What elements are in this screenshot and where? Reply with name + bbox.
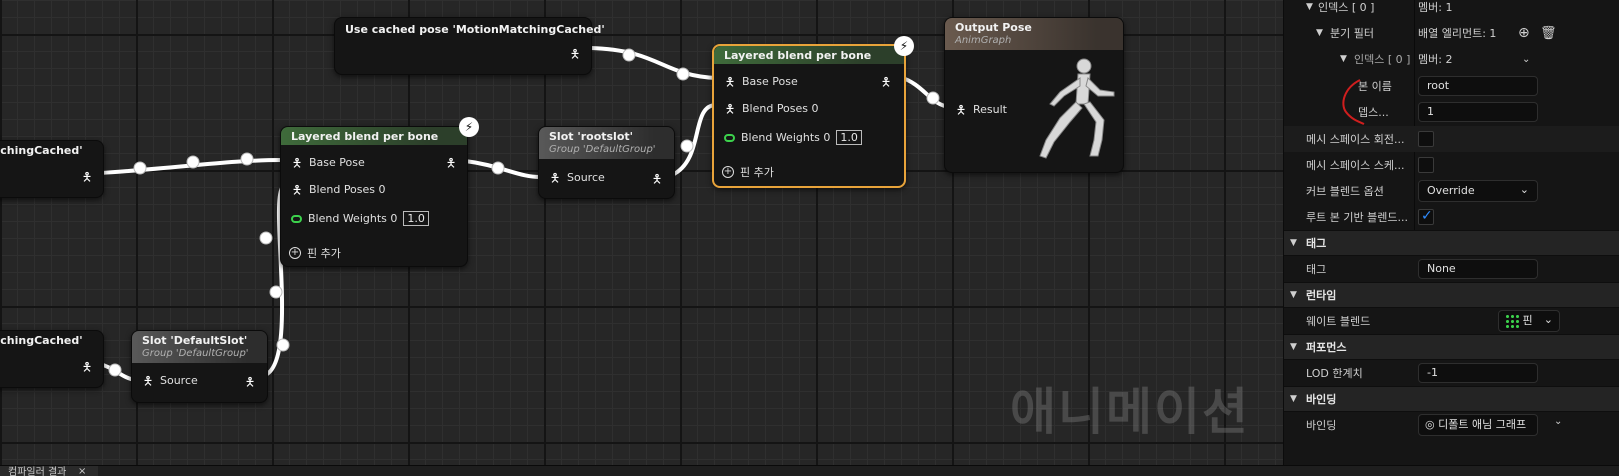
row-label: 메시 스페이스 회전... [1306,133,1405,146]
section-performance[interactable]: ▼ 퍼포먼스 [1284,334,1619,360]
row-label: LOD 한계치 [1306,367,1363,380]
tab-label: 컴파일러 결과 [8,467,67,476]
animgraph-editor: 애니메이션 tchingCached' 🯅 tchingCached' 🯅 Us… [0,0,1619,476]
row-index-top[interactable]: ▼ 인덱스 [ 0 ] 멤버: 1 [1284,0,1619,18]
collapse-arrow-icon[interactable]: ▼ [1340,54,1347,64]
row-label: 메시 스페이스 스케... [1306,159,1405,172]
details-panel: ▼ 인덱스 [ 0 ] 멤버: 1 ▼ 분기 필터 배열 엘리먼트: 1 ⊕ 🗑… [1283,0,1619,476]
add-element-icon[interactable]: ⊕ [1518,25,1530,41]
collapse-arrow-icon[interactable]: ▼ [1306,2,1313,12]
section-title: 태그 [1306,237,1327,250]
section-title: 런타임 [1306,289,1337,302]
section-title: 퍼포먼스 [1306,341,1347,354]
row-mesh-space-rotation[interactable]: 메시 스페이스 회전... [1284,126,1619,152]
binding-dropdown[interactable]: ◎ 디폴트 애님 그래프 ... [1418,414,1538,436]
row-label: 루트 본 기반 블렌드... [1306,211,1408,224]
row-curve-blend[interactable]: 커브 블렌드 옵션 Override ⌄ [1284,178,1619,204]
section-binding[interactable]: ▼ 바인딩 [1284,386,1619,412]
row-root-bone-blend[interactable]: 루트 본 기반 블렌드... [1284,204,1619,230]
dropdown-value: Override [1427,184,1475,197]
lod-threshold-input[interactable]: -1 [1418,363,1538,383]
grid-pin-icon [1505,314,1519,328]
row-lod-threshold[interactable]: LOD 한계치 -1 [1284,360,1619,386]
row-value: 배열 엘리먼트: 1 [1418,27,1497,40]
row-binding[interactable]: 바인딩 ◎ 디폴트 애님 그래프 ... ⌄ [1284,412,1619,438]
chevron-down-icon: ⌄ [1519,183,1529,196]
row-label: 인덱스 [ 0 ] [1318,1,1375,14]
section-runtime[interactable]: ▼ 런타임 [1284,282,1619,308]
mesh-scale-checkbox[interactable] [1418,157,1434,173]
bone-name-input[interactable]: root [1418,76,1538,96]
row-label: 태그 [1306,263,1327,276]
row-bone-name[interactable]: 본 이름 root [1284,74,1619,98]
collapse-arrow-icon[interactable]: ▼ [1290,238,1297,248]
row-weight-blend[interactable]: 웨이트 블렌드 핀 ⌄ [1284,308,1619,334]
annotation-layer [0,0,1323,476]
row-value: 멤버: 2 [1418,53,1453,66]
row-tag[interactable]: 태그 None [1284,256,1619,282]
row-index-inner[interactable]: ▼ 인덱스 [ 0 ] 멤버: 2 ⌄ [1284,46,1619,72]
close-icon[interactable]: × [78,466,86,476]
row-value: 멤버: 1 [1418,1,1453,14]
root-bone-checkbox[interactable] [1418,208,1434,225]
row-mesh-space-scale[interactable]: 메시 스페이스 스케... [1284,152,1619,178]
curve-blend-dropdown[interactable]: Override ⌄ [1418,180,1538,202]
weight-blend-pin-dropdown[interactable]: 핀 ⌄ [1498,310,1560,332]
row-label: 웨이트 블렌드 [1306,315,1371,328]
collapse-arrow-icon[interactable]: ▼ [1290,394,1297,404]
dropdown-value: 핀 [1522,314,1533,327]
chevron-down-icon[interactable]: ⌄ [1522,54,1530,65]
delete-icon[interactable]: 🗑 [1540,26,1557,41]
section-title: 바인딩 [1306,393,1337,406]
bottom-tab-strip: 컴파일러 결과 × [0,465,1619,476]
mesh-rotation-checkbox[interactable] [1418,131,1434,147]
dropdown-value: 디폴트 애님 그래프 ... [1438,418,1527,431]
row-branch-filter[interactable]: ▼ 분기 필터 배열 엘리먼트: 1 ⊕ 🗑 [1284,20,1619,46]
chevron-down-icon: ⌄ [1543,313,1553,326]
depth-input[interactable]: 1 [1418,102,1538,122]
graph-canvas[interactable]: 애니메이션 tchingCached' 🯅 tchingCached' 🯅 Us… [0,0,1323,476]
row-label: 커브 블렌드 옵션 [1306,185,1384,198]
collapse-arrow-icon[interactable]: ▼ [1316,28,1323,38]
collapse-arrow-icon[interactable]: ▼ [1290,342,1297,352]
row-label: 인덱스 [ 0 ] [1354,53,1411,66]
anim-graph-icon: ◎ [1425,418,1435,431]
collapse-arrow-icon[interactable]: ▼ [1290,290,1297,300]
tag-input[interactable]: None [1418,259,1538,279]
tab-compiler-results[interactable]: 컴파일러 결과 × [0,466,98,476]
row-depth[interactable]: 뎁스... 1 [1284,100,1619,124]
section-tag[interactable]: ▼ 태그 [1284,230,1619,256]
red-annotation-mark [1342,79,1365,125]
row-label: 분기 필터 [1330,27,1374,40]
row-label: 바인딩 [1306,419,1337,432]
chevron-down-icon[interactable]: ⌄ [1554,416,1562,427]
